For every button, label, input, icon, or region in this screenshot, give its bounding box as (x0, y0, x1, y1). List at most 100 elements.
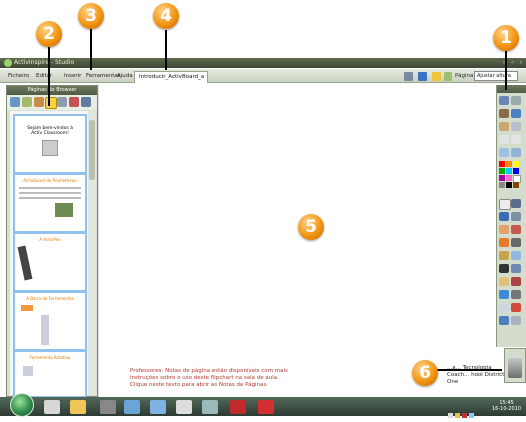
fill-icon[interactable] (511, 225, 521, 234)
thumbnail-image (42, 140, 58, 156)
redo-icon[interactable] (511, 316, 521, 325)
thumbnail-toolbar-image (41, 315, 49, 345)
action-browser-icon[interactable] (69, 97, 79, 107)
camera-icon[interactable] (499, 277, 509, 286)
thumbnail-text-line (19, 187, 81, 189)
callout-6: 6 (412, 360, 438, 386)
color-swatch[interactable] (499, 175, 505, 181)
hand-icon[interactable] (499, 122, 509, 131)
object-browser-icon[interactable] (34, 97, 44, 107)
page-thumbnail[interactable]: A ActivPen (13, 232, 87, 292)
start-button[interactable] (10, 393, 34, 417)
select-icon[interactable] (511, 96, 521, 105)
document-icon[interactable] (176, 400, 192, 414)
page-notes-text[interactable]: Professores: Notas de página estão dispo… (130, 368, 290, 389)
page-thumbnail[interactable]: A Barra de Ferramentas (13, 291, 87, 351)
zoom-fit-select[interactable]: Ajustar altura (474, 71, 518, 81)
thumbnail-pen-image (17, 245, 33, 281)
browser-icon[interactable] (499, 290, 509, 299)
menu-icon[interactable] (499, 96, 509, 105)
pointer-icon[interactable] (499, 199, 511, 210)
color-swatch[interactable] (499, 182, 505, 188)
previous-page-icon[interactable] (499, 135, 509, 144)
browser-scroll-thumb[interactable] (89, 120, 95, 180)
desktop-icon[interactable] (511, 109, 521, 118)
menu-tools[interactable]: Ferramentas (86, 72, 121, 80)
next-page-icon[interactable] (511, 135, 521, 144)
thumbnail-text-line (19, 192, 81, 194)
page-thumbnail[interactable]: Sejam bem-vindos à Activ Classroom! (13, 114, 87, 174)
lock-icon[interactable] (499, 251, 509, 260)
callout-1: 1 (493, 25, 519, 51)
voting-browser-icon[interactable] (81, 97, 91, 107)
revealer-icon[interactable] (511, 290, 521, 299)
undo-icon[interactable] (499, 316, 509, 325)
clear-icon[interactable] (499, 148, 509, 157)
pen-icon[interactable] (511, 199, 521, 208)
resource-browser-icon[interactable] (22, 97, 32, 107)
settings-icon[interactable] (202, 400, 218, 414)
shape-icon[interactable] (499, 238, 509, 247)
menu-insert[interactable]: Inserir (64, 72, 81, 80)
view-icon[interactable] (404, 72, 413, 81)
color-swatch[interactable] (499, 161, 505, 167)
thumbnail-title: Ferramenta Rotativa (29, 355, 71, 360)
text-icon[interactable] (499, 264, 509, 273)
color-swatch[interactable] (513, 161, 519, 167)
canvas-margin (98, 85, 124, 397)
activinspire-icon[interactable] (124, 400, 140, 414)
ie-icon[interactable] (150, 400, 166, 414)
callout-4: 4 (153, 3, 179, 29)
folder-icon[interactable] (70, 400, 86, 414)
menu-help[interactable]: Ajuda (117, 72, 133, 80)
color-swatch[interactable] (506, 175, 512, 181)
antivirus-icon[interactable] (258, 400, 274, 414)
ruler-icon[interactable] (499, 303, 509, 312)
page-browser-title: Páginas do Browser (7, 86, 97, 95)
color-swatch[interactable] (506, 168, 512, 174)
color-swatch[interactable] (506, 161, 512, 167)
layout-icon[interactable] (418, 72, 427, 81)
explorer-icon[interactable] (44, 400, 60, 414)
page-browser-tool-icon[interactable] (10, 97, 20, 107)
menu-file[interactable]: Ficheiro (8, 72, 29, 80)
color-swatch[interactable] (499, 168, 505, 174)
document-tab[interactable]: Introducir_ActivBoard_a * (134, 71, 208, 91)
eraser-icon[interactable] (499, 225, 509, 234)
connector-icon[interactable] (511, 238, 521, 247)
color-swatch[interactable] (506, 182, 512, 188)
color-swatch[interactable] (513, 168, 519, 174)
reset-icon[interactable] (511, 148, 521, 157)
thumbnail-text-line (19, 197, 81, 199)
thumbnail-label (21, 305, 33, 311)
grid-icon[interactable] (511, 264, 521, 273)
magic-ink-icon[interactable] (511, 212, 521, 221)
callout-5: 5 (298, 214, 324, 240)
color-swatch[interactable] (513, 182, 519, 188)
page-icon[interactable] (444, 72, 452, 81)
spotlight-icon[interactable] (511, 277, 521, 286)
notes-browser-icon[interactable] (45, 97, 57, 109)
highlighter-icon[interactable] (499, 212, 509, 221)
dice-icon[interactable] (511, 303, 521, 312)
window-title-bar (0, 58, 526, 68)
image-icon[interactable] (511, 251, 521, 260)
thumbnail-title: Sejam bem-vindos à Activ Classroom! (27, 126, 73, 136)
property-browser-icon[interactable] (57, 97, 67, 107)
thumbnail-title: A ActivPen (39, 237, 61, 242)
page-zoom-icon[interactable] (511, 122, 521, 131)
resource-icon[interactable] (499, 109, 509, 118)
callout-2: 2 (36, 21, 62, 47)
page-thumbnail[interactable]: Ferramenta Rotativa (13, 350, 87, 398)
pdf-icon[interactable] (230, 400, 246, 414)
thumbnail-title: A Barra de Ferramentas (26, 296, 74, 301)
folder-icon[interactable] (432, 72, 441, 81)
flipchart-canvas[interactable] (98, 85, 496, 397)
tray-icons[interactable] (448, 403, 484, 418)
trash-icon[interactable] (508, 358, 522, 378)
media-icon[interactable] (100, 400, 116, 414)
toolbox-header (497, 85, 526, 93)
callout-arrow (165, 30, 167, 70)
thumbnail-title: ActivBoard de Promethean (23, 178, 77, 183)
page-thumbnail[interactable]: ActivBoard de Promethean (13, 173, 87, 233)
